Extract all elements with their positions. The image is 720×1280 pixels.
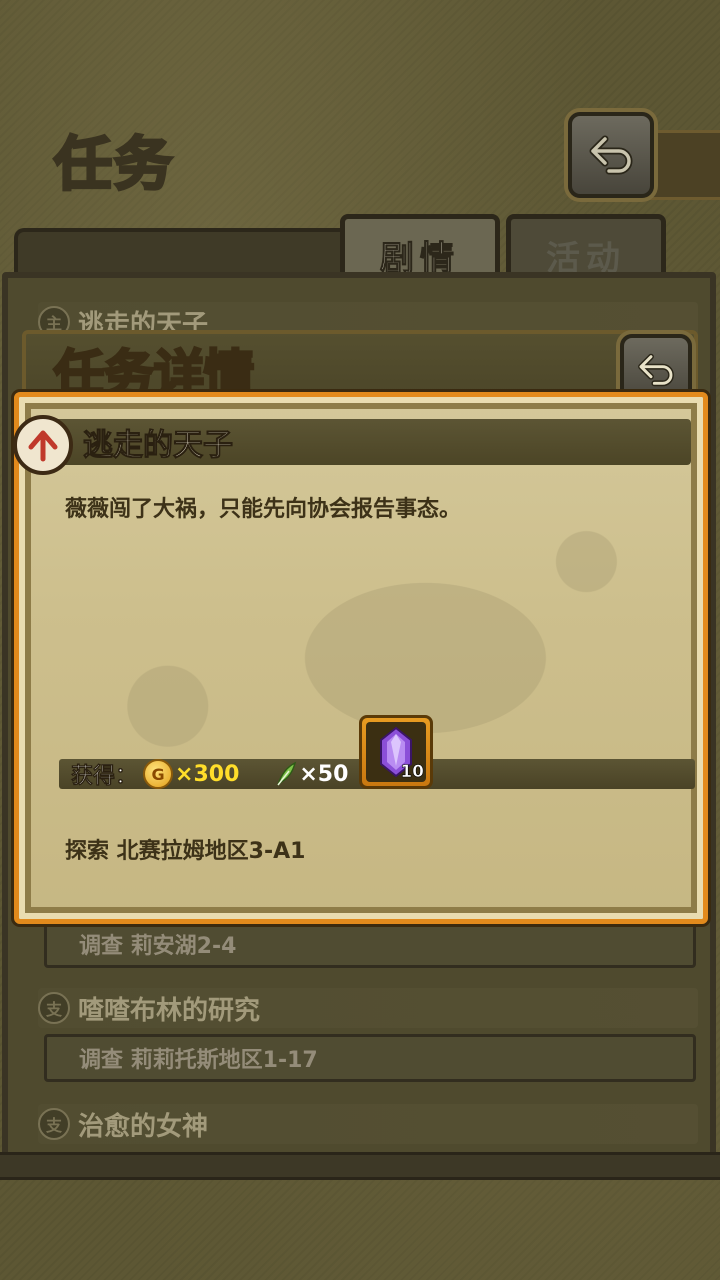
quest-title: 逃走的天子 [83,428,234,464]
quest-detail-panel: 逃走的天子 薇薇闯了大祸，只能先向协会报告事态。 获得： G ×300 ×50 … [13,392,708,924]
quest-title-bar: 逃走的天子 [43,419,691,465]
bottom-rail [0,1152,720,1180]
quest-description: 薇薇闯了大祸，只能先向协会报告事态。 [65,497,462,522]
quest-badge-icon [13,415,73,475]
list-item-objective[interactable]: 调查 莉安湖2-4 [44,920,696,968]
back-button[interactable] [568,112,654,198]
parchment-map [39,417,683,899]
list-item-title: 治愈的女神 [78,1111,209,1142]
coin-icon: G [143,759,174,789]
list-item-objective[interactable]: 调查 莉莉托斯地区1-17 [44,1034,696,1082]
list-item-title: 喳喳布林的研究 [78,995,261,1026]
tab-strip [14,228,348,276]
side-quest-tag: 支 [38,992,70,1024]
back-arrow-icon [638,353,674,387]
list-item[interactable]: 支 喳喳布林的研究 [38,988,698,1028]
back-arrow-icon [589,135,633,175]
feather-reward-amount: ×50 [299,761,349,787]
coin-reward-amount: ×300 [175,761,240,787]
side-quest-tag: 支 [38,1108,70,1140]
screen-title: 任务 [14,118,214,200]
feather-icon [277,761,297,786]
gem-slot-inner: 10 [366,722,426,782]
reward-label: 获得： [71,764,138,790]
quest-objective: 探索 北赛拉姆地区3-A1 [65,839,306,864]
gem-reward-slot[interactable]: 10 [359,715,433,789]
list-item[interactable]: 支 治愈的女神 [38,1104,698,1144]
gem-count: 10 [400,762,424,783]
